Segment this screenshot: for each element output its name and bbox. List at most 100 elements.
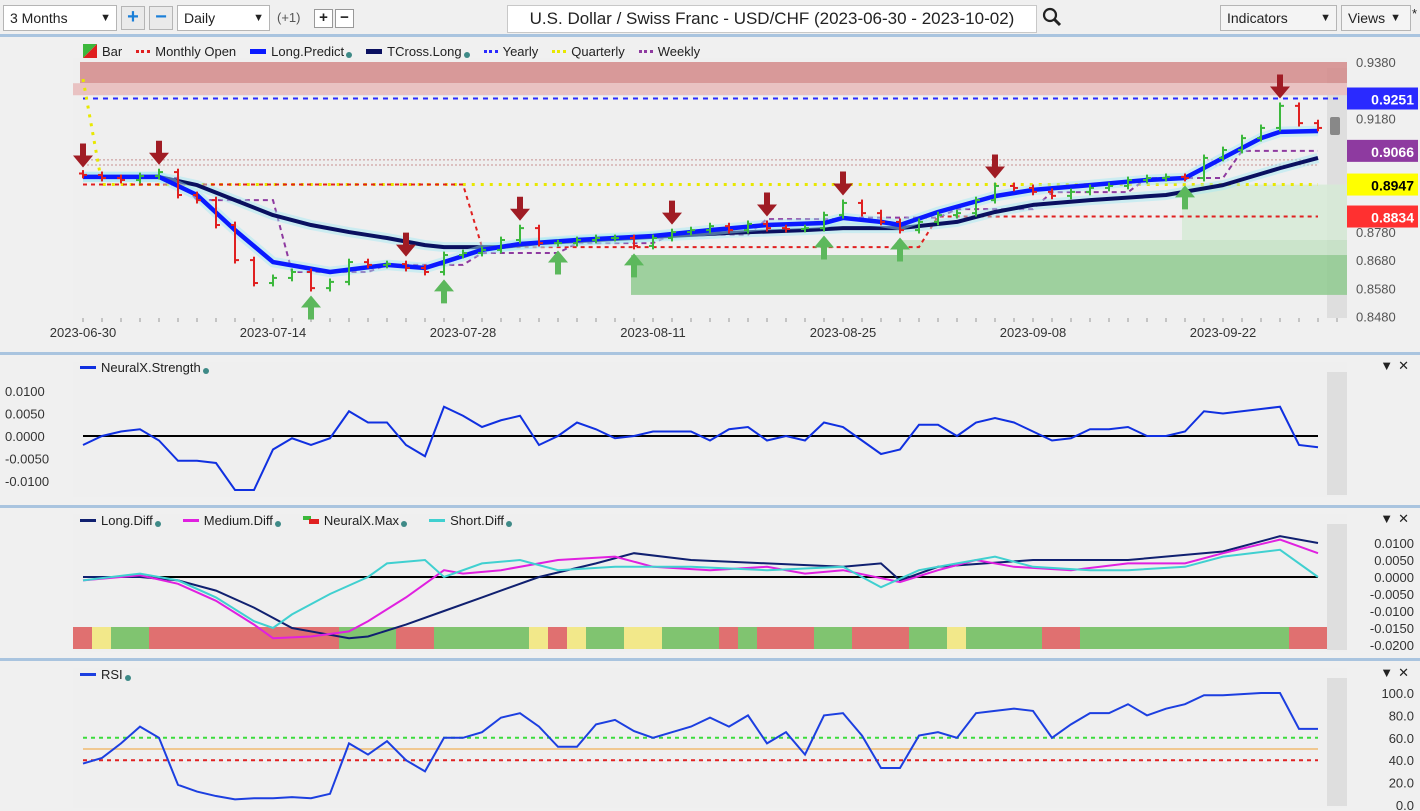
price-level-value: 0.8947 — [1371, 178, 1414, 194]
line-icon — [182, 518, 199, 522]
collapse-icon[interactable]: ▼ — [1380, 511, 1398, 526]
legend-tcross-long[interactable]: TCross.Long — [366, 44, 470, 59]
collapse-icon[interactable]: ▼ — [1380, 358, 1398, 373]
y-tick-label: 0.0000 — [5, 429, 45, 444]
dotted-line-icon — [638, 49, 653, 53]
neuralx-max-segment — [738, 627, 757, 649]
neuralx-max-segment — [624, 627, 662, 649]
main-legend: Bar Monthly Open Long.Predict TCross.Lon… — [83, 43, 714, 59]
plot-area — [73, 362, 1347, 497]
settings-dot-icon[interactable] — [124, 675, 131, 681]
legend-weekly[interactable]: Weekly — [638, 44, 700, 59]
y-tick-label: 0.9380 — [1356, 55, 1396, 70]
dotted-line-icon — [136, 49, 151, 53]
legend-monthly-open[interactable]: Monthly Open — [136, 44, 236, 59]
y-tick-label: 40.0 — [1389, 753, 1414, 768]
y-tick-label: 0.8680 — [1356, 253, 1396, 268]
y-tick-label: -0.0050 — [5, 452, 49, 467]
neuralx-max-segment — [548, 627, 567, 649]
panel-controls: ▼✕ — [1380, 665, 1414, 681]
close-icon[interactable]: ✕ — [1398, 511, 1414, 526]
y-tick-label: 0.0 — [1396, 798, 1414, 811]
bar-icon — [83, 44, 97, 58]
y-tick-label: -0.0100 — [5, 474, 49, 489]
neuralx-max-segment — [852, 627, 909, 649]
legend-bar[interactable]: Bar — [83, 44, 122, 59]
dotted-line-icon — [552, 49, 567, 53]
neuralx-max-segment — [586, 627, 624, 649]
vertical-scrollbar[interactable] — [1327, 524, 1347, 650]
panel-divider[interactable] — [0, 352, 1420, 355]
price-level-value: 0.9251 — [1371, 92, 1414, 108]
y-tick-label: 20.0 — [1389, 776, 1414, 791]
close-icon[interactable]: ✕ — [1398, 665, 1414, 680]
settings-dot-icon[interactable] — [154, 521, 161, 527]
settings-dot-icon[interactable] — [506, 521, 513, 527]
price-level-value: 0.8834 — [1371, 210, 1414, 226]
scroll-handle[interactable] — [1330, 117, 1340, 135]
legend-neuralx-strength[interactable]: NeuralX.Strength — [80, 360, 209, 375]
neuralx-max-segment — [73, 627, 92, 649]
price-level-value: 0.9066 — [1371, 144, 1414, 160]
neuralx-max-segment — [1042, 627, 1080, 649]
settings-dot-icon[interactable] — [346, 52, 353, 58]
neuralx-max-segment — [92, 627, 111, 649]
neuralx-max-segment — [1080, 627, 1289, 649]
settings-dot-icon[interactable] — [463, 52, 470, 58]
legend-medium-diff[interactable]: Medium.Diff — [182, 513, 281, 528]
neuralx-max-segment — [757, 627, 814, 649]
line-icon — [80, 672, 96, 676]
y-tick-label: 80.0 — [1389, 708, 1414, 723]
y-tick-label: 0.8480 — [1356, 310, 1396, 325]
vertical-scrollbar[interactable] — [1327, 678, 1347, 806]
close-icon[interactable]: ✕ — [1398, 358, 1414, 373]
y-tick-label: -0.0050 — [1370, 587, 1414, 602]
y-tick-label: -0.0200 — [1370, 638, 1414, 653]
x-tick-label: 2023-08-25 — [810, 325, 877, 340]
y-tick-label: 0.0000 — [1374, 570, 1414, 585]
dotted-line-icon — [483, 49, 498, 53]
neuralx-max-segment — [567, 627, 586, 649]
legend-long-predict[interactable]: Long.Predict — [250, 44, 353, 59]
neuralx-max-segment — [396, 627, 434, 649]
line-icon — [250, 48, 267, 54]
x-tick-label: 2023-07-28 — [430, 325, 497, 340]
legend-long-diff[interactable]: Long.Diff — [80, 513, 161, 528]
x-tick-label: 2023-07-14 — [240, 325, 307, 340]
chart-canvas[interactable]: 0.93800.91800.87800.86800.85800.84802023… — [0, 0, 1420, 811]
vertical-scrollbar[interactable] — [1327, 372, 1347, 495]
panel-controls: ▼✕ — [1380, 358, 1414, 374]
legend-rsi[interactable]: RSI — [80, 667, 131, 682]
neuralx-max-segment — [719, 627, 738, 649]
y-tick-label: 100.0 — [1381, 686, 1414, 701]
y-tick-label: 0.0100 — [1374, 536, 1414, 551]
panel-divider[interactable] — [0, 505, 1420, 508]
neuralx-max-segment — [1289, 627, 1327, 649]
settings-dot-icon[interactable] — [202, 368, 209, 374]
x-tick-label: 2023-08-11 — [620, 325, 686, 340]
neuralx-max-segment — [814, 627, 852, 649]
rsi-legend: RSI — [80, 666, 145, 682]
legend-quarterly[interactable]: Quarterly — [552, 44, 625, 59]
neuralx-max-segment — [966, 627, 1042, 649]
histogram-icon — [302, 516, 319, 524]
settings-dot-icon[interactable] — [274, 521, 281, 527]
legend-neuralx-max[interactable]: NeuralX.Max — [302, 513, 408, 528]
signal-zone — [80, 62, 1347, 84]
line-icon — [80, 365, 96, 369]
y-tick-label: 0.8580 — [1356, 281, 1396, 296]
panel-divider[interactable] — [0, 658, 1420, 661]
settings-dot-icon[interactable] — [401, 521, 408, 527]
x-tick-label: 2023-06-30 — [50, 325, 117, 340]
neuralx-max-segment — [111, 627, 149, 649]
y-tick-label: 60.0 — [1389, 731, 1414, 746]
x-tick-label: 2023-09-08 — [1000, 325, 1067, 340]
neuralx-max-segment — [662, 627, 719, 649]
strength-legend: NeuralX.Strength — [80, 359, 223, 375]
legend-yearly[interactable]: Yearly — [483, 44, 538, 59]
legend-short-diff[interactable]: Short.Diff — [429, 513, 513, 528]
collapse-icon[interactable]: ▼ — [1380, 665, 1398, 680]
x-tick-label: 2023-09-22 — [1190, 325, 1257, 340]
y-tick-label: -0.0100 — [1370, 604, 1414, 619]
line-icon — [429, 518, 446, 522]
